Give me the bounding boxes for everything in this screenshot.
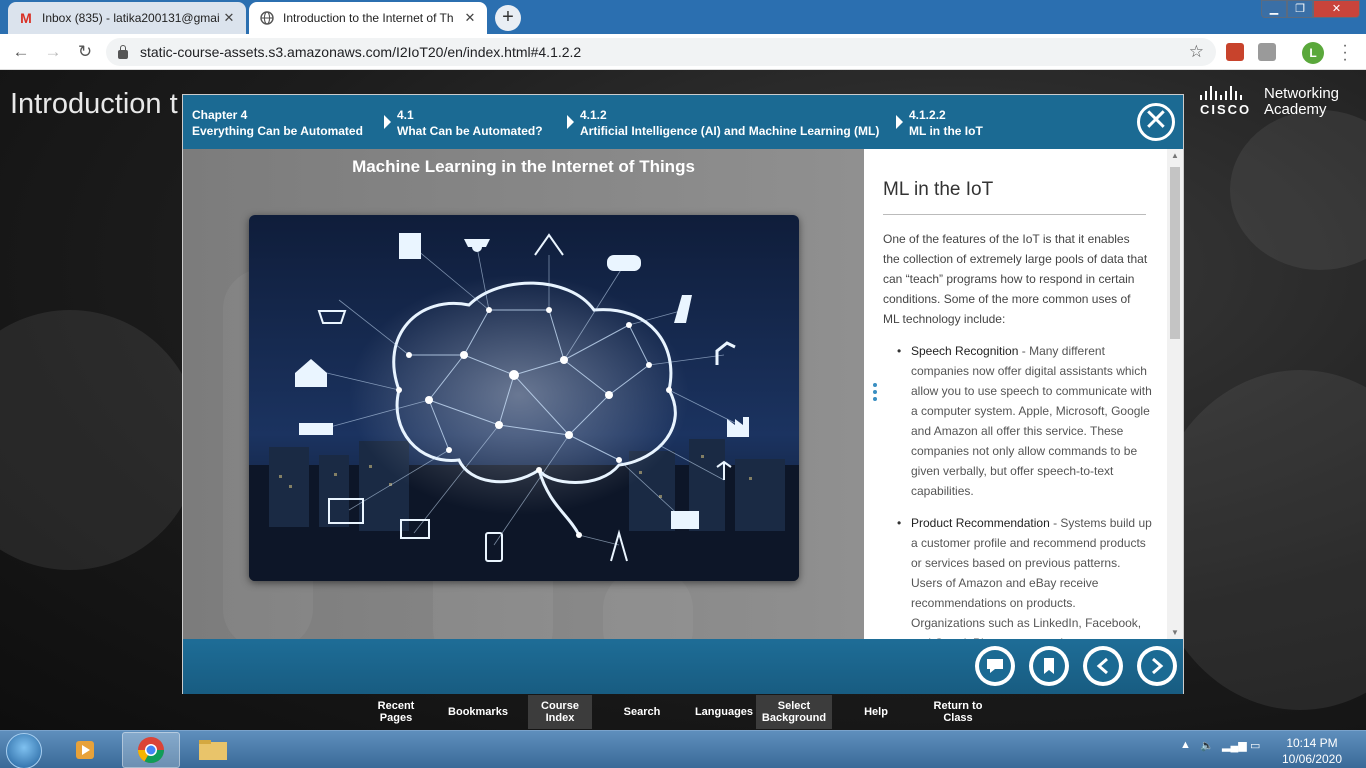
pdf-extension-icon[interactable] (1226, 43, 1244, 61)
close-tab-icon[interactable]: ✕ (222, 10, 236, 26)
pane-resize-handle[interactable] (873, 383, 877, 404)
browser-tab-bar: M Inbox (835) - latika200131@gmai ✕ Intr… (0, 0, 1366, 34)
iot-brain-illustration (249, 215, 799, 581)
nav-search[interactable]: Search (592, 695, 692, 729)
lock-icon (118, 44, 128, 59)
uses-list: Speech Recognition - Many different comp… (893, 341, 1153, 639)
tray-expand-icon[interactable]: ▲ (1180, 739, 1191, 751)
new-tab-button[interactable]: + (495, 5, 521, 31)
text-scrollbar[interactable]: ▲ ▼ (1167, 149, 1183, 639)
nav-recent-pages[interactable]: Recent Pages (364, 695, 428, 729)
course-navigation: Recent Pages Bookmarks Course Index Sear… (364, 695, 996, 729)
list-item: Speech Recognition - Many different comp… (893, 341, 1153, 501)
item-text: - Systems build up a customer profile an… (911, 516, 1152, 639)
nav-select-background[interactable]: Select Background (756, 695, 832, 729)
comment-icon (979, 650, 1011, 682)
system-clock[interactable]: 10:14 PM 10/06/2020 (1272, 735, 1352, 767)
breadcrumb: Chapter 4 Everything Can be Automated 4.1… (183, 95, 1183, 149)
minimize-window-button[interactable]: ▁ (1261, 0, 1287, 18)
file-explorer-app[interactable] (184, 732, 242, 768)
power-icon[interactable]: ▭ (1250, 739, 1260, 752)
network-signal-icon[interactable]: ▂▄▆ (1222, 739, 1247, 752)
bookmark-icon (1033, 650, 1065, 682)
extension-icon[interactable] (1258, 43, 1276, 61)
comment-button[interactable] (975, 646, 1015, 686)
maximize-window-button[interactable]: ❐ (1287, 0, 1313, 18)
scrollbar-thumb[interactable] (1170, 167, 1180, 339)
scroll-up-icon[interactable]: ▲ (1167, 151, 1183, 160)
close-tab-icon[interactable]: ✕ (463, 10, 477, 26)
url-text: static-course-assets.s3.amazonaws.com/I2… (140, 44, 582, 60)
brand-line1: Networking (1264, 85, 1340, 102)
browser-menu-icon[interactable]: · · · (1338, 38, 1352, 68)
media-player-app[interactable] (56, 732, 114, 768)
address-field[interactable]: static-course-assets.s3.amazonaws.com/I2… (106, 38, 1216, 66)
gmail-icon: M (20, 10, 32, 26)
brand-line2: Academy (1264, 101, 1327, 118)
previous-button[interactable] (1083, 646, 1123, 686)
back-icon[interactable]: ← (10, 41, 32, 63)
scroll-down-icon[interactable]: ▼ (1167, 628, 1183, 637)
globe-icon (259, 10, 275, 26)
close-window-button[interactable]: ✕ (1313, 0, 1360, 18)
breadcrumb-page: 4.1.2.2 ML in the IoT (909, 108, 983, 138)
nav-languages[interactable]: Languages (692, 695, 756, 729)
breadcrumb-arrow-icon (567, 115, 574, 129)
content-heading: ML in the IoT (883, 179, 994, 200)
bookmark-button[interactable] (1029, 646, 1069, 686)
figure-title: Machine Learning in the Internet of Thin… (352, 157, 695, 176)
close-icon[interactable]: ✕ (1137, 103, 1175, 141)
start-button[interactable] (6, 733, 42, 768)
forward-icon[interactable]: → (42, 41, 64, 63)
nav-bookmarks[interactable]: Bookmarks (428, 695, 528, 729)
content-intro: One of the features of the IoT is that i… (883, 232, 1148, 326)
item-term: Speech Recognition (911, 344, 1019, 358)
divider (883, 214, 1146, 215)
volume-icon[interactable]: 🔈 (1200, 739, 1214, 752)
breadcrumb-chapter[interactable]: Chapter 4 Everything Can be Automated (192, 107, 363, 139)
item-text: - Many different companies now offer dig… (911, 344, 1152, 498)
breadcrumb-section[interactable]: 4.1 What Can be Automated? (397, 107, 543, 139)
bookmark-star-icon[interactable]: ☆ (1189, 42, 1204, 62)
profile-avatar[interactable]: L (1302, 42, 1324, 64)
breadcrumb-arrow-icon (896, 115, 903, 129)
page-title: Introduction t (10, 88, 178, 120)
course-content-window: Chapter 4 Everything Can be Automated 4.1… (182, 94, 1184, 694)
nav-course-index[interactable]: Course Index (528, 695, 592, 729)
next-icon (1141, 650, 1173, 682)
reload-icon[interactable]: ↻ (74, 41, 96, 63)
breadcrumb-topic[interactable]: 4.1.2 Artificial Intelligence (AI) and Ma… (580, 107, 879, 139)
tab-gmail[interactable]: M Inbox (835) - latika200131@gmai ✕ (8, 2, 246, 34)
item-term: Product Recommendation (911, 516, 1050, 530)
media-pane: Machine Learning in the Internet of Thin… (183, 149, 864, 639)
nav-return-to-class[interactable]: Return to Class (920, 695, 996, 729)
text-pane: ML in the IoT One of the features of the… (864, 149, 1183, 639)
cisco-logo: CISCO Networking Academy (1200, 85, 1340, 118)
tab-course[interactable]: Introduction to the Internet of Th ✕ (249, 2, 487, 34)
nav-help[interactable]: Help (832, 695, 920, 729)
breadcrumb-arrow-icon (384, 115, 391, 129)
taskbar: ▲ 🔈 ▂▄▆ ▭ 10:14 PM 10/06/2020 (0, 730, 1366, 768)
next-button[interactable] (1137, 646, 1177, 686)
list-item: Product Recommendation - Systems build u… (893, 513, 1153, 639)
previous-icon (1087, 650, 1119, 682)
content-footer (183, 639, 1183, 694)
tab-title: Inbox (835) - latika200131@gmai (42, 11, 220, 25)
address-toolbar: ← → ↻ static-course-assets.s3.amazonaws.… (0, 34, 1366, 70)
tab-title: Introduction to the Internet of Th (283, 11, 454, 25)
chrome-app[interactable] (122, 732, 180, 768)
